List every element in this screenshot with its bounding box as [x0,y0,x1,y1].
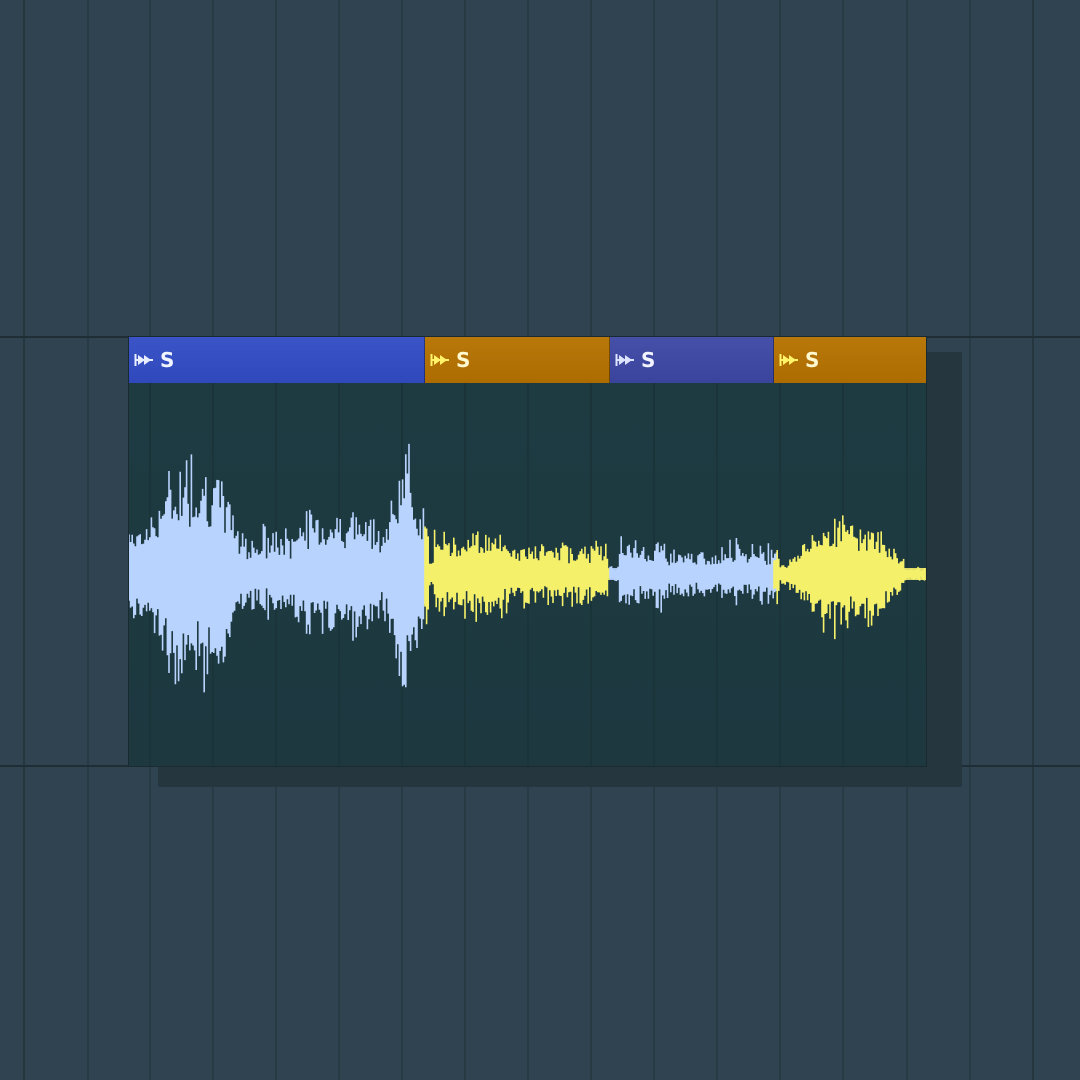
slice-label-1: S [160,348,175,372]
slice-header-4[interactable]: S [774,337,926,383]
waveform-segment-3 [609,536,778,613]
playlist-area: S S S S [0,0,1080,1080]
slice-marker-icon [430,354,449,366]
waveform-segment-4 [773,515,926,640]
slice-marker-icon [779,354,798,366]
waveform-segment-1 [129,443,429,693]
slice-marker-icon [615,354,634,366]
audio-clip[interactable]: S S S S [129,337,926,766]
slice-header-2[interactable]: S [425,337,610,383]
slice-label-3: S [641,348,656,372]
slice-header-3[interactable]: S [610,337,774,383]
waveform [129,443,926,693]
slice-header-1[interactable]: S [129,337,425,383]
slice-label-4: S [805,348,820,372]
slice-label-2: S [456,348,471,372]
waveform-segment-2 [424,526,610,625]
slice-marker-icon [134,354,153,366]
